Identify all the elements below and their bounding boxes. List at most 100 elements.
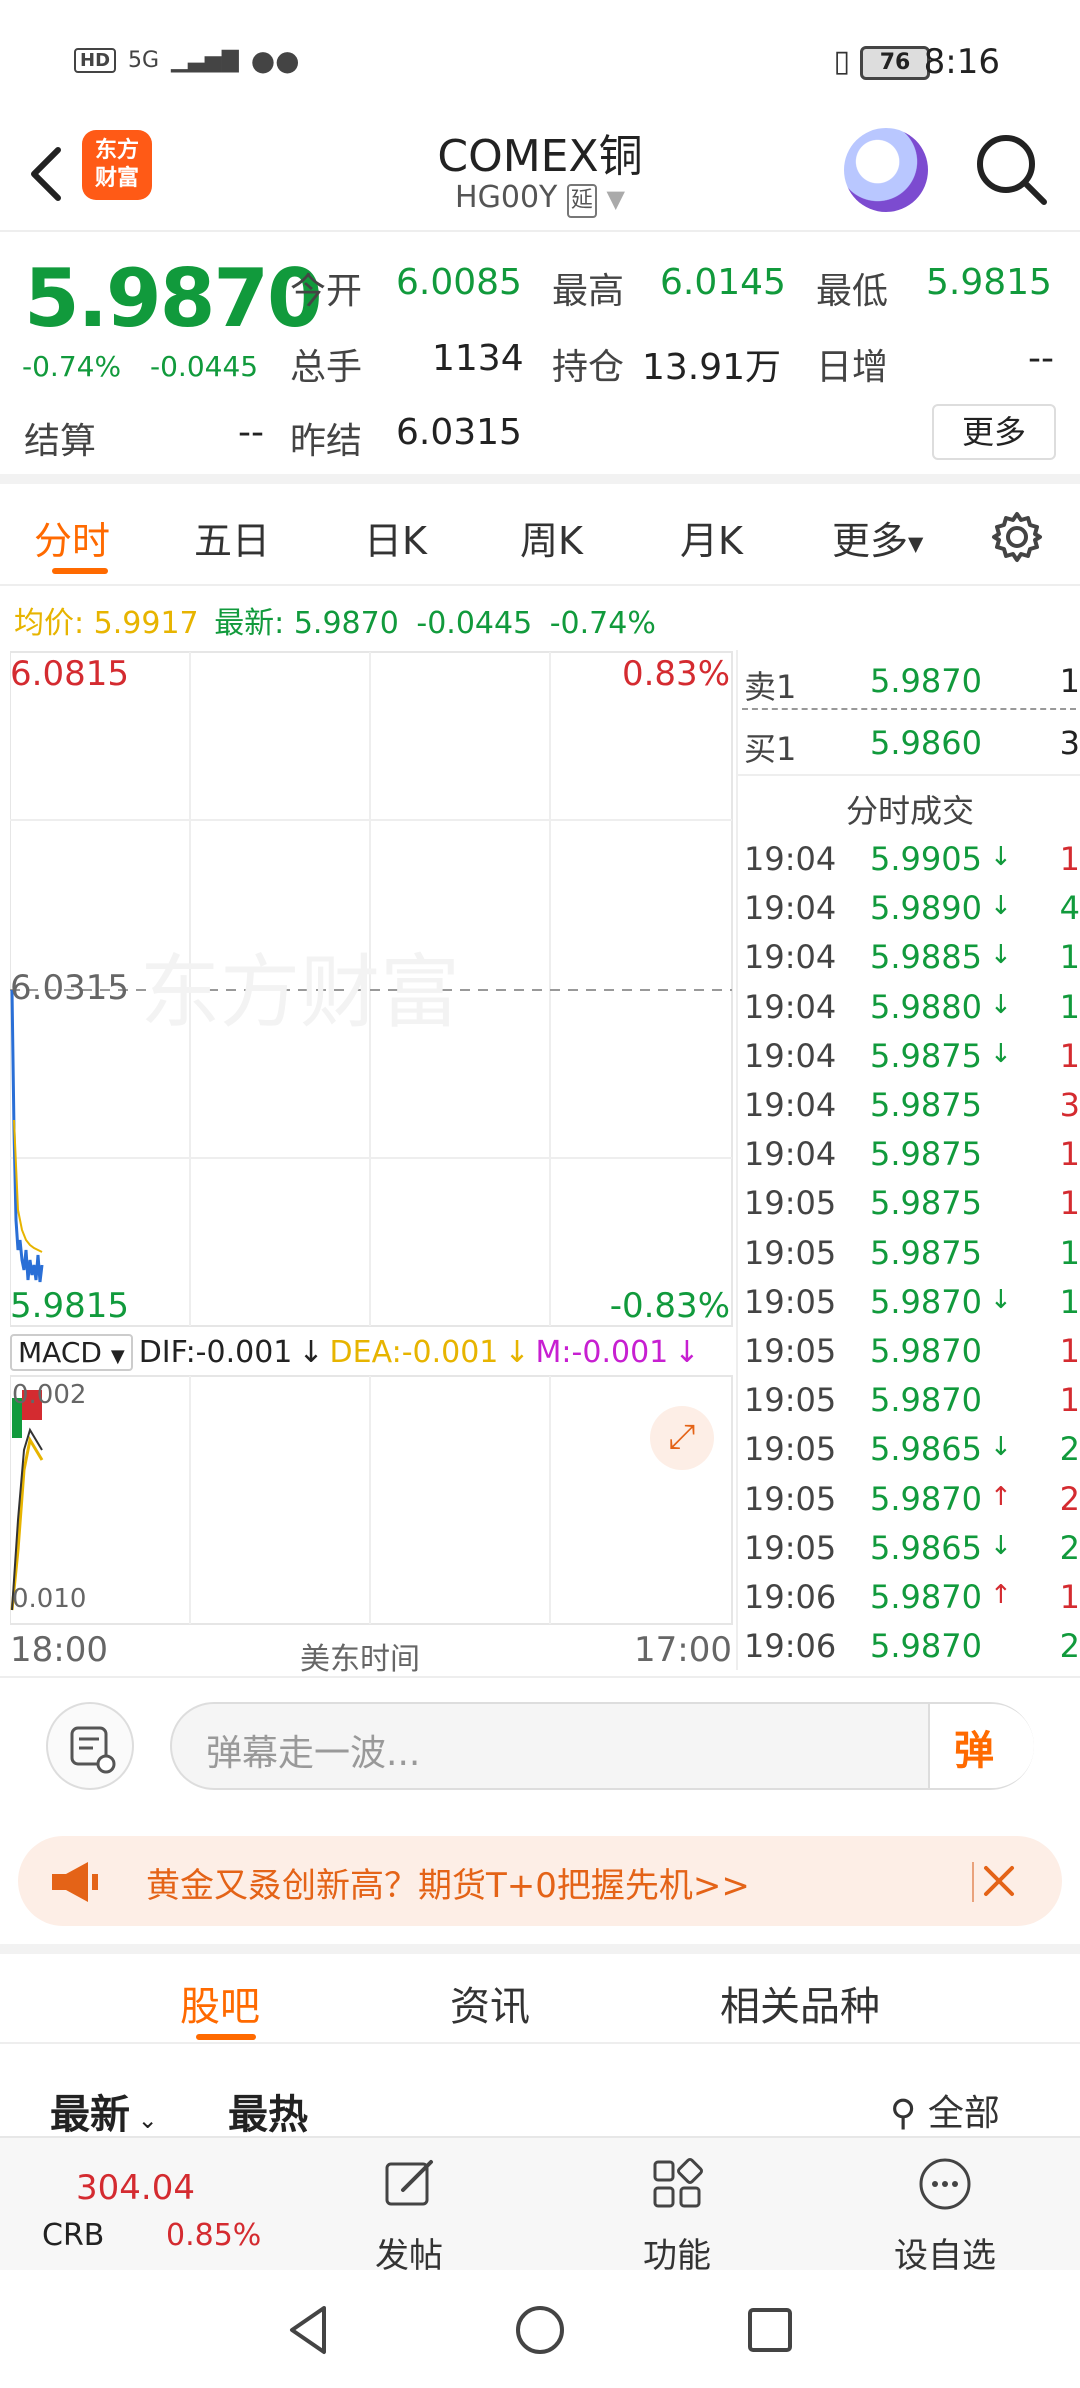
index-value[interactable]: 304.04 — [76, 2168, 195, 2208]
settle-label: 结算 — [24, 421, 97, 462]
tab-daily-k[interactable]: 日K — [364, 510, 427, 565]
up-arrow-icon: ↑ — [990, 1580, 1012, 1610]
down-arrow-icon: ↓ — [298, 1334, 324, 1370]
up-arrow-icon: ↑ — [990, 1481, 1012, 1512]
trade-price: 5.9875 — [870, 1036, 982, 1075]
low-label: 最低 — [816, 271, 889, 312]
trade-price: 5.9875 — [870, 1184, 982, 1223]
volume-value: 1134 — [432, 338, 524, 379]
nav-recent-icon[interactable] — [740, 2300, 800, 2360]
trade-price: 5.9870 — [870, 1332, 982, 1370]
high-value: 6.0145 — [660, 262, 786, 303]
more-button[interactable]: 更多 — [932, 404, 1056, 460]
order-book-panel: 卖1 5.9870 1 买1 5.9860 3 分时成交 19:04 5.9905… — [736, 650, 1080, 1670]
promo-text: 黄金又叒创新高？期货T+0把握先机>> — [146, 1866, 750, 1906]
header: 东方 财富 COMEX铜 HG00Y 延 ▼ — [0, 120, 1080, 232]
gear-icon[interactable] — [990, 510, 1044, 564]
add-watchlist-button[interactable]: 设自选 — [870, 2148, 1020, 2277]
settle-value: -- — [238, 412, 264, 453]
tab-weekly-k[interactable]: 周K — [520, 510, 583, 565]
buy1-row: 买1 5.9860 3 — [744, 724, 1080, 770]
danmu-placeholder: 弹幕走一波... — [206, 1733, 421, 1774]
down-arrow-icon: ↓ — [990, 989, 1012, 1020]
trade-row: 19:05 5.9865 ↓ 2 — [744, 1529, 1080, 1575]
down-arrow-icon: ↓ — [990, 842, 1012, 872]
tab-five-day[interactable]: 五日 — [194, 510, 270, 565]
sell1-volume: 1 — [1059, 662, 1080, 700]
trade-time: 19:04 — [744, 840, 837, 878]
chart-mid-price: 6.0315 — [10, 968, 129, 1008]
tab-more[interactable]: 更多▼ — [832, 510, 923, 565]
average-price-line: 均价: 5.9917 最新: 5.9870 -0.0445 -0.74% — [14, 598, 656, 642]
trade-volume: 2 — [1059, 1627, 1080, 1666]
nav-home-icon[interactable] — [510, 2300, 570, 2360]
promo-banner[interactable]: 黄金又叒创新高？期货T+0把握先机>> — [18, 1836, 1062, 1926]
latest-label: 最新: — [214, 606, 285, 641]
expand-icon[interactable]: ⤢ — [650, 1406, 714, 1470]
trade-row: 19:04 5.9875 ↓ 1 — [744, 1037, 1080, 1083]
divider — [738, 774, 1080, 776]
trade-time: 19:05 — [744, 1430, 837, 1469]
tab-news[interactable]: 资讯 — [450, 1974, 530, 2032]
macd-top-value: 0.002 — [12, 1380, 87, 1410]
open-interest-label: 持仓 — [552, 347, 625, 388]
chart-tabs: 分时 五日 日K 周K 月K 更多▼ — [0, 494, 1080, 586]
search-icon[interactable] — [972, 130, 1052, 210]
down-arrow-icon: ↓ — [990, 1284, 1012, 1315]
index-name[interactable]: CRB — [42, 2218, 104, 2253]
buy1-volume: 3 — [1059, 724, 1080, 762]
trade-time: 19:04 — [744, 1135, 837, 1174]
functions-button[interactable]: 功能 — [602, 2148, 752, 2277]
trade-time: 19:05 — [744, 1184, 837, 1223]
trade-price: 5.9870 — [870, 1381, 982, 1420]
trade-volume: 3 — [1059, 1086, 1080, 1124]
tab-monthly-k[interactable]: 月K — [680, 510, 743, 565]
nav-back-icon[interactable] — [280, 2300, 340, 2360]
trade-row: 19:04 5.9890 ↓ 4 — [744, 889, 1080, 935]
tab-more-label: 更多 — [832, 519, 909, 563]
filter-all[interactable]: ⚲ 全部 — [890, 2084, 1000, 2136]
down-arrow-icon: ↓ — [990, 1038, 1012, 1069]
trade-time: 19:05 — [744, 1233, 837, 1272]
trade-row: 19:05 5.9870 1 — [744, 1381, 1080, 1427]
code-text: HG00Y — [455, 180, 558, 215]
intraday-chart[interactable]: 东方财富 6.0815 0.83% 6.0315 5.9815 -0.83% M… — [10, 650, 734, 1677]
filter-hot[interactable]: 最热 — [228, 2082, 308, 2140]
robot-avatar-icon[interactable] — [844, 128, 928, 212]
down-arrow-icon: ↓ — [990, 940, 1012, 971]
chart-top-percent: 0.83% — [621, 654, 730, 694]
active-tab-indicator — [52, 568, 108, 574]
daily-increase-value: -- — [1028, 338, 1054, 379]
close-icon[interactable] — [974, 1856, 1024, 1906]
post-button[interactable]: 发帖 — [334, 2148, 484, 2277]
trade-volume: 1 — [1059, 1233, 1080, 1272]
wechat-icon: ●● — [250, 44, 300, 77]
down-arrow-icon: ↓ — [504, 1334, 530, 1370]
trade-volume: 1 — [1059, 1184, 1080, 1223]
danmu-input[interactable]: 弹幕走一波... 弹 — [170, 1702, 1034, 1790]
trade-row: 19:04 5.9875 3 — [744, 1086, 1080, 1132]
status-left: HD 5G ▁▃▅▇ ●● — [74, 44, 300, 77]
signal-indicator: 5G — [128, 48, 160, 73]
tab-intraday[interactable]: 分时 — [34, 510, 110, 565]
comment-settings-button[interactable] — [46, 1702, 134, 1790]
daily-increase-label: 日增 — [816, 347, 889, 388]
trade-volume: 1 — [1059, 1135, 1080, 1174]
index-percent[interactable]: 0.85% — [166, 2218, 261, 2253]
trade-time: 19:05 — [744, 1381, 837, 1420]
down-arrow-icon: ↓ — [990, 1432, 1012, 1463]
filter-latest[interactable]: 最新 ⌄ — [50, 2082, 158, 2140]
tab-forum[interactable]: 股吧 — [180, 1974, 260, 2032]
danmu-toggle-button[interactable]: 弹 — [928, 1704, 1034, 1788]
quote-panel: 5.9870 -0.74% -0.0445 今开 6.0085 最高 6.014… — [0, 234, 1080, 484]
down-arrow-icon: ↓ — [990, 1530, 1012, 1561]
macd-select[interactable]: MACD ▼ — [10, 1333, 133, 1371]
trade-row: 19:05 5.9875 1 — [744, 1184, 1080, 1230]
tab-related[interactable]: 相关品种 — [720, 1974, 880, 2032]
trade-time: 19:05 — [744, 1332, 837, 1370]
post-filters: 最新 ⌄ 最热 ⚲ 全部 — [0, 2060, 1080, 2140]
filter-all-label: 全部 — [927, 2093, 1000, 2134]
avg-label: 均价: — [14, 606, 85, 641]
high-label: 最高 — [552, 271, 625, 312]
trade-price: 5.9880 — [870, 987, 982, 1026]
